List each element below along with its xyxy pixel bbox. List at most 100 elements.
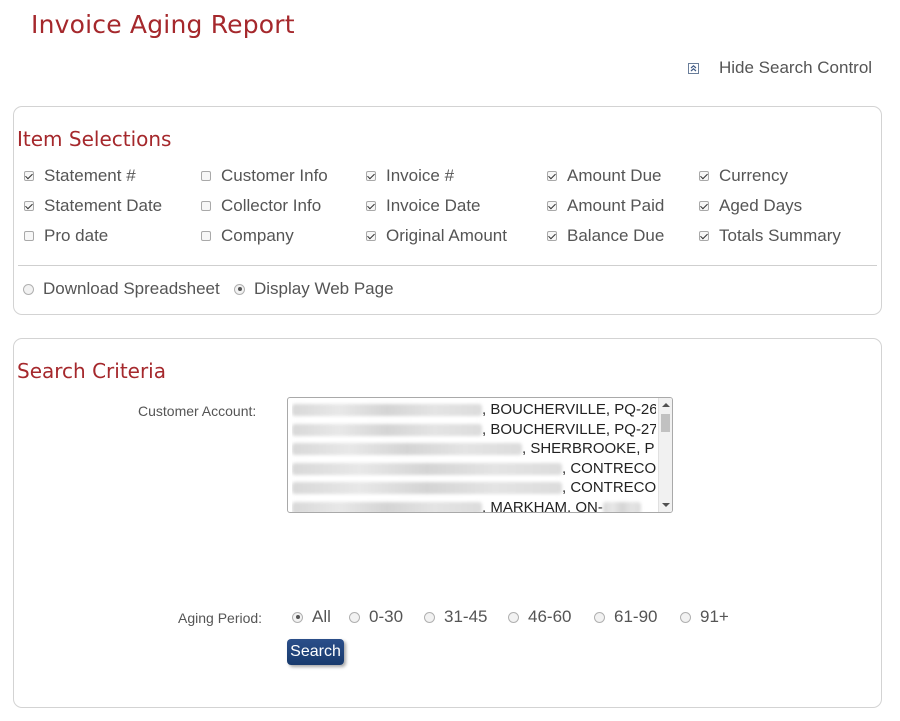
aging-period-label-text: 46-60	[528, 607, 572, 626]
redacted-text	[602, 501, 641, 512]
search-button[interactable]: Search	[287, 639, 344, 665]
checkbox-label: Company	[221, 226, 294, 245]
checkbox-label: Collector Info	[221, 196, 322, 215]
customer-account-option[interactable]: , CONTRECO	[292, 478, 656, 498]
search-criteria-heading: Search Criteria	[17, 359, 166, 383]
checkbox-label: Original Amount	[386, 226, 507, 245]
aging-period-label-text: 0-30	[369, 607, 404, 626]
customer-account-option[interactable]: , MARKHAM, ON-	[292, 498, 656, 513]
checkbox-customer-info[interactable]: Customer Info	[201, 166, 328, 186]
checkbox-statement-number[interactable]: Statement #	[24, 166, 136, 186]
aging-period-label-text: 61-90	[614, 607, 658, 626]
customer-account-option[interactable]: , BOUCHERVILLE, PQ-27	[292, 420, 656, 440]
radio-dot[interactable]	[594, 611, 605, 623]
checkbox-original-amount[interactable]: Original Amount	[366, 226, 507, 246]
radio-label: Download Spreadsheet	[43, 279, 220, 298]
customer-account-text: , SHERBROOKE, P	[522, 440, 655, 457]
checkbox-box[interactable]	[366, 171, 376, 181]
item-selections-panel: Item Selections Statement # Statement Da…	[13, 106, 882, 315]
collapse-up-icon[interactable]	[688, 62, 699, 74]
checkbox-label: Amount Paid	[567, 196, 665, 215]
checkbox-box[interactable]	[366, 201, 376, 211]
radio-display-web-page[interactable]: Display Web Page	[234, 279, 394, 299]
checkbox-label: Currency	[719, 166, 788, 185]
customer-account-text: , CONTRECO	[562, 459, 656, 477]
checkbox-box[interactable]	[699, 171, 709, 181]
aging-period-radio[interactable]: 61-90	[594, 607, 657, 627]
search-criteria-panel: Search Criteria Customer Account: , BOUC…	[13, 338, 882, 708]
radio-dot[interactable]	[349, 611, 360, 623]
checkbox-balance-due[interactable]: Balance Due	[547, 226, 664, 246]
checkbox-box[interactable]	[24, 171, 34, 181]
checkbox-statement-date[interactable]: Statement Date	[24, 196, 162, 216]
checkbox-label: Amount Due	[567, 166, 662, 185]
aging-period-radio[interactable]: 31-45	[424, 607, 487, 627]
customer-account-text: , MARKHAM, ON-	[482, 498, 603, 513]
checkbox-box[interactable]	[24, 231, 34, 241]
checkbox-label: Aged Days	[719, 196, 803, 215]
aging-period-radio[interactable]: All	[292, 607, 331, 627]
scroll-down-icon[interactable]	[662, 503, 670, 507]
checkbox-label: Balance Due	[567, 226, 665, 245]
checkbox-box[interactable]	[201, 171, 211, 181]
checkbox-label: Statement #	[44, 166, 136, 185]
redacted-text	[292, 404, 482, 417]
checkbox-company[interactable]: Company	[201, 226, 294, 246]
customer-account-text: , BOUCHERVILLE, PQ-27	[482, 420, 656, 438]
scroll-thumb[interactable]	[661, 414, 670, 432]
checkbox-label: Invoice #	[386, 166, 455, 185]
customer-account-option[interactable]: , CONTRECO	[292, 459, 656, 479]
aging-period-label-text: 31-45	[444, 607, 488, 626]
redacted-text	[292, 501, 482, 512]
listbox-scrollbar[interactable]	[658, 398, 672, 512]
checkbox-box[interactable]	[547, 171, 557, 181]
radio-dot[interactable]	[23, 283, 34, 295]
checkbox-invoice-number[interactable]: Invoice #	[366, 166, 454, 186]
hide-search-control[interactable]: Hide Search Control	[688, 58, 872, 78]
radio-dot[interactable]	[292, 611, 303, 623]
checkbox-box[interactable]	[201, 201, 211, 211]
aging-period-label-text: 91+	[700, 607, 729, 626]
customer-account-text: , BOUCHERVILLE, PQ-26	[482, 401, 656, 418]
radio-dot[interactable]	[680, 611, 691, 623]
checkbox-box[interactable]	[24, 201, 34, 211]
aging-period-radio[interactable]: 0-30	[349, 607, 403, 627]
checkbox-totals-summary[interactable]: Totals Summary	[699, 226, 841, 246]
customer-account-option[interactable]: , BOUCHERVILLE, PQ-26	[292, 400, 656, 420]
radio-dot[interactable]	[424, 611, 435, 623]
item-selections-heading: Item Selections	[17, 127, 172, 151]
radio-label: Display Web Page	[254, 279, 394, 298]
radio-dot[interactable]	[508, 611, 519, 623]
checkbox-amount-paid[interactable]: Amount Paid	[547, 196, 664, 216]
radio-download-spreadsheet[interactable]: Download Spreadsheet	[23, 279, 220, 299]
aging-period-label-text: All	[312, 607, 331, 626]
aging-period-radio[interactable]: 46-60	[508, 607, 571, 627]
customer-account-label: Customer Account:	[138, 403, 257, 419]
checkbox-box[interactable]	[699, 231, 709, 241]
redacted-text	[292, 423, 482, 436]
aging-period-radio[interactable]: 91+	[680, 607, 729, 627]
redacted-text	[292, 462, 562, 475]
hide-search-label[interactable]: Hide Search Control	[719, 58, 872, 78]
aging-period-label: Aging Period:	[178, 610, 263, 626]
radio-dot[interactable]	[234, 283, 245, 295]
checkbox-box[interactable]	[547, 201, 557, 211]
checkbox-box[interactable]	[699, 201, 709, 211]
scroll-up-icon[interactable]	[662, 403, 670, 407]
checkbox-label: Pro date	[44, 226, 109, 245]
divider	[18, 265, 877, 266]
customer-account-option[interactable]: , SHERBROOKE, P	[292, 439, 656, 459]
checkbox-box[interactable]	[366, 231, 376, 241]
checkbox-collector-info[interactable]: Collector Info	[201, 196, 321, 216]
checkbox-label: Customer Info	[221, 166, 328, 185]
checkbox-box[interactable]	[547, 231, 557, 241]
checkbox-currency[interactable]: Currency	[699, 166, 788, 186]
checkbox-amount-due[interactable]: Amount Due	[547, 166, 662, 186]
checkbox-box[interactable]	[201, 231, 211, 241]
customer-account-listbox[interactable]: , BOUCHERVILLE, PQ-26 , BOUCHERVILLE, PQ-…	[287, 397, 673, 513]
customer-account-text: , CONTRECO	[562, 479, 656, 496]
checkbox-pro-date[interactable]: Pro date	[24, 226, 108, 246]
redacted-text	[292, 443, 522, 456]
checkbox-aged-days[interactable]: Aged Days	[699, 196, 802, 216]
checkbox-invoice-date[interactable]: Invoice Date	[366, 196, 481, 216]
